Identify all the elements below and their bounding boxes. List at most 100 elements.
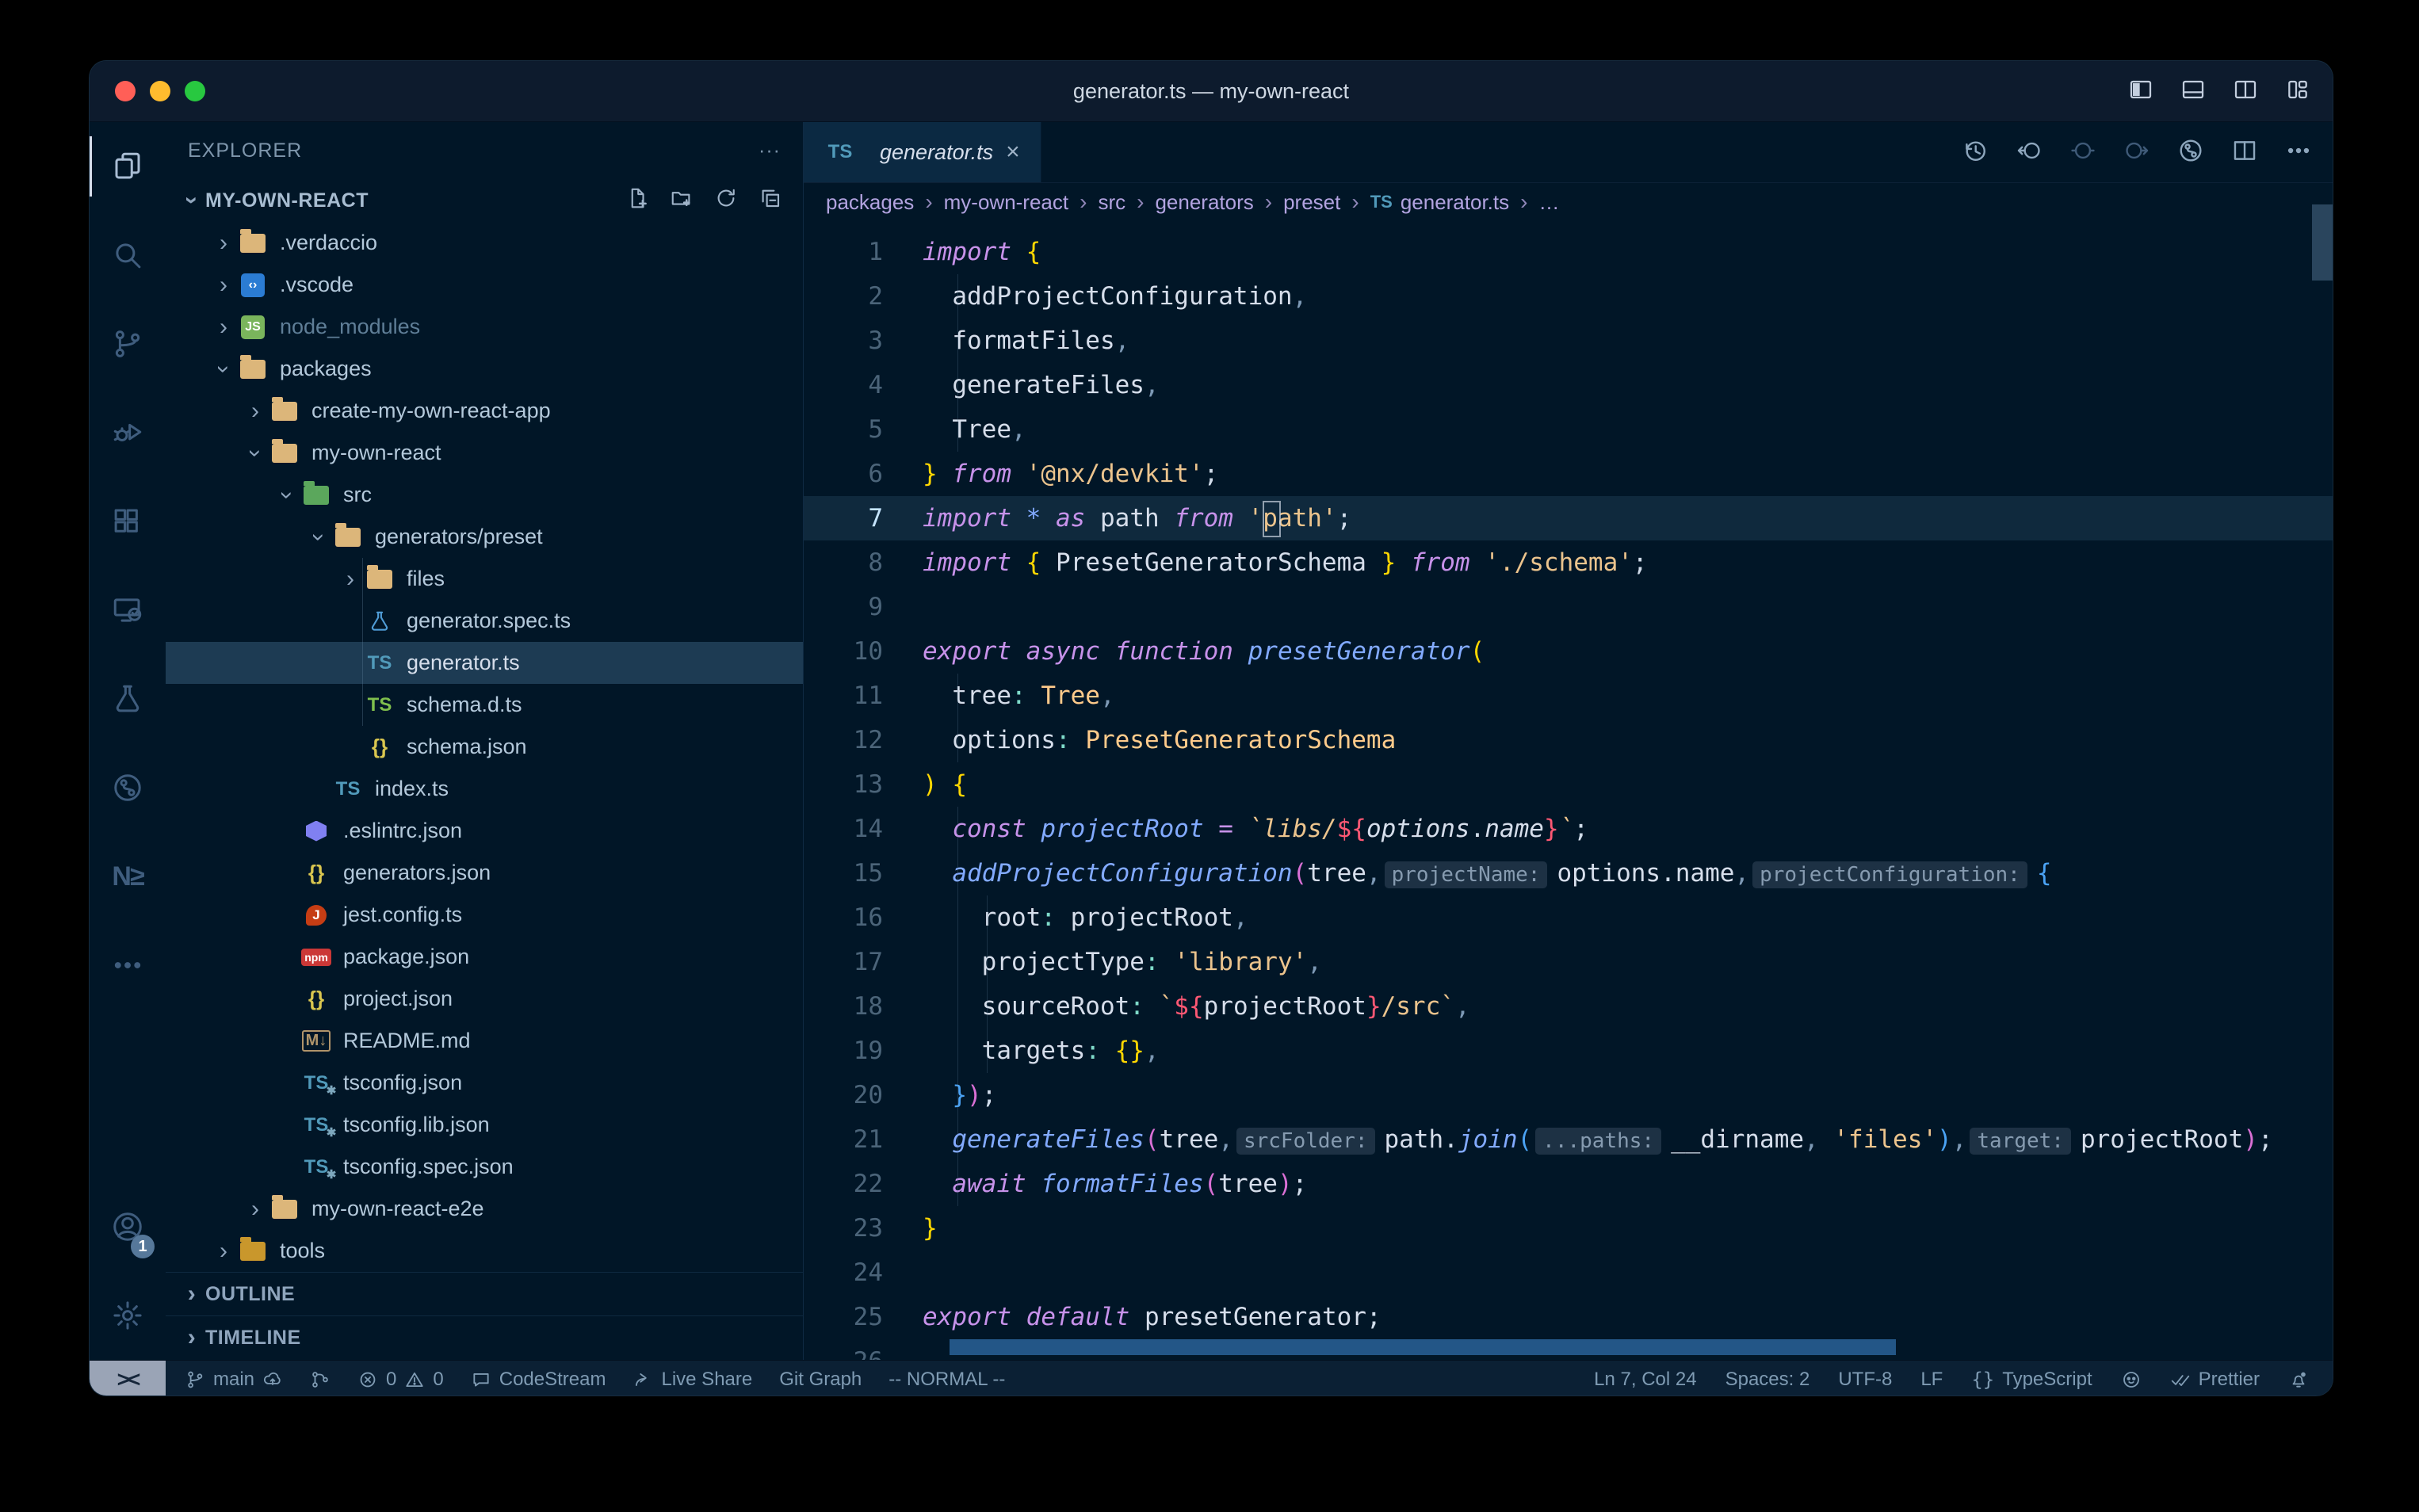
refresh-button[interactable] [714,186,738,216]
tree-item-node-modules[interactable]: ›JSnode_modules [166,306,803,348]
activity-nx-console[interactable]: N≥ [90,832,166,921]
tree-item-readme-md[interactable]: ›M↓README.md [166,1020,803,1062]
tree-item-index-ts[interactable]: ›TSindex.ts [166,768,803,810]
breadcrumb-item[interactable]: preset [1283,190,1340,215]
tree-item-generator-ts[interactable]: ›TSgenerator.ts [166,642,803,684]
zoom-window-button[interactable] [185,81,205,101]
status-right-bell[interactable] [2288,1369,2309,1390]
code-editor[interactable]: 1import {2 addProjectConfiguration,3 for… [804,220,2333,1360]
typescript-file-icon: TS [1370,192,1393,212]
tree-item-files[interactable]: ›files [166,558,803,600]
nav-back-button[interactable] [2016,137,2043,168]
activity-search[interactable] [90,211,166,300]
graph-circle-button[interactable] [2177,137,2204,168]
tab-generator-ts[interactable]: TS generator.ts × [804,122,1041,182]
status-right-octoface[interactable] [2121,1369,2142,1390]
explorer-actions [625,186,803,216]
status-left--normal-[interactable]: -- NORMAL -- [888,1369,1005,1391]
line-number: 22 [804,1162,923,1206]
editor-actions [1962,122,2312,182]
layout-panel-button[interactable] [2180,77,2206,106]
tree-item-tsconfig-json[interactable]: ›TStsconfig.json [166,1062,803,1104]
breadcrumb-item[interactable]: src [1098,190,1125,215]
split-button[interactable] [2231,137,2258,168]
status-right-prettier[interactable]: Prettier [2170,1369,2260,1391]
breadcrumb-item[interactable]: my-own-react [944,190,1068,215]
activity-explorer[interactable] [90,122,166,211]
tree-item-my-own-react[interactable]: ›my-own-react [166,432,803,474]
tree-item-generators-json[interactable]: ›{}generators.json [166,852,803,894]
new-file-button[interactable] [625,186,649,216]
tree-item--eslintrc-json[interactable]: ›.eslintrc.json [166,810,803,852]
activity-source-control[interactable] [90,300,166,388]
split-icon [2231,137,2258,164]
activity-extensions[interactable] [90,477,166,566]
close-tab-icon[interactable]: × [1006,140,1020,164]
tree-item-tsconfig-lib-json[interactable]: ›TStsconfig.lib.json [166,1104,803,1146]
status-right-ln-7-col-24[interactable]: Ln 7, Col 24 [1594,1369,1696,1391]
horizontal-scrollbar[interactable] [950,1339,1896,1355]
remote-indicator[interactable]: >< [90,1361,166,1396]
tree-item-tsconfig-spec-json[interactable]: ›TStsconfig.spec.json [166,1146,803,1188]
close-window-button[interactable] [115,81,136,101]
project-name: MY-OWN-REACT [205,189,369,212]
status-left-workflow[interactable] [310,1369,331,1390]
breadcrumb-item[interactable]: packages [826,190,914,215]
nx-icon: N≥ [112,861,143,892]
status-left-0[interactable]: 00 [357,1369,444,1391]
minimize-window-button[interactable] [150,81,170,101]
window-title: generator.ts — my-own-react [90,79,2333,104]
code-line-1: 1import { [804,230,2333,274]
nav-circle-button[interactable] [2069,137,2096,168]
vertical-scrollbar[interactable] [2312,204,2333,281]
typescript-file-icon: TS [368,652,392,674]
explorer-more-icon[interactable]: ··· [759,139,781,162]
more-button[interactable] [2285,137,2312,168]
history-button[interactable] [1962,137,1989,168]
tree-item-tools[interactable]: ›tools [166,1230,803,1272]
tree-item-schema-json[interactable]: ›{}schema.json [166,726,803,768]
layout-sidebar-button[interactable] [2128,77,2153,106]
tree-item-my-own-react-e2e[interactable]: ›my-own-react-e2e [166,1188,803,1230]
status-left-main[interactable]: main [185,1369,283,1391]
tree-item-create-my-own-react-app[interactable]: ›create-my-own-react-app [166,390,803,432]
tree-item-project-json[interactable]: ›{}project.json [166,978,803,1020]
status-right-typescript[interactable]: {}TypeScript [1971,1369,2092,1391]
activity-remote-explorer[interactable] [90,566,166,655]
layout-split-button[interactable] [2233,77,2258,106]
status-right-lf[interactable]: LF [1920,1369,1943,1391]
nav-forward-button[interactable] [2123,137,2150,168]
tree-item-packages[interactable]: ›packages [166,348,803,390]
tree-item-jest-config-ts[interactable]: ›Jjest.config.ts [166,894,803,936]
status-left-codestream[interactable]: CodeStream [471,1369,606,1391]
project-section-header[interactable]: › MY-OWN-REACT [166,179,803,222]
activity-git-graph[interactable] [90,743,166,832]
tree-item-generators-preset[interactable]: ›generators/preset [166,516,803,558]
tree-item-package-json[interactable]: ›npmpackage.json [166,936,803,978]
status-left-live-share[interactable]: Live Share [632,1369,752,1391]
activity-accounts[interactable]: 1 [90,1182,166,1271]
tree-item--verdaccio[interactable]: ›.verdaccio [166,222,803,264]
tree-item-src[interactable]: ›src [166,474,803,516]
tree-item-schema-d-ts[interactable]: ›TSschema.d.ts [166,684,803,726]
status-left-git-graph[interactable]: Git Graph [779,1369,862,1391]
new-folder-button[interactable] [670,186,694,216]
tree-item-generator-spec-ts[interactable]: ›generator.spec.ts [166,600,803,642]
activity-additional-views[interactable] [90,921,166,1010]
status-right-utf-8[interactable]: UTF-8 [1838,1369,1892,1391]
section-outline[interactable]: ›OUTLINE [166,1272,803,1315]
tree-item--vscode[interactable]: ›‹›.vscode [166,264,803,306]
octoface-icon [2121,1369,2142,1390]
activity-run-and-debug[interactable] [90,388,166,477]
chevron-down-icon: › [305,524,332,551]
breadcrumb-item[interactable]: … [1538,190,1559,215]
layout-grid-button[interactable] [2285,77,2310,106]
code-line-15: 15 addProjectConfiguration(tree,projectN… [804,851,2333,895]
status-right-spaces-2[interactable]: Spaces: 2 [1725,1369,1810,1391]
activity-settings[interactable] [90,1271,166,1360]
breadcrumb-item[interactable]: TSgenerator.ts [1370,190,1509,215]
section-timeline[interactable]: ›TIMELINE [166,1315,803,1359]
collapse-all-button[interactable] [759,186,782,216]
breadcrumb-item[interactable]: generators [1155,190,1253,215]
activity-testing[interactable] [90,655,166,743]
